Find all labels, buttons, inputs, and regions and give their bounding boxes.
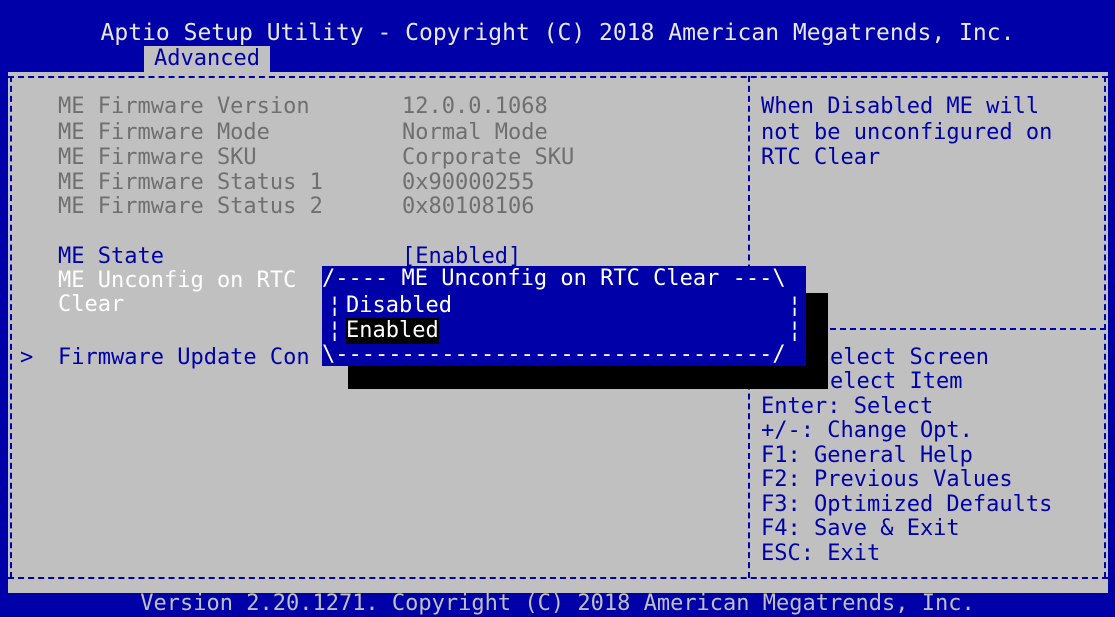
popup-option-enabled[interactable]: Enabled: [346, 318, 439, 344]
header-bar: Aptio Setup Utility - Copyright (C) 2018…: [0, 0, 1115, 72]
setting-me-unconfig-label-cont[interactable]: Clear: [58, 292, 124, 318]
setting-me-state-label[interactable]: ME State: [58, 244, 164, 270]
key-help-item: +/-: Change Opt.: [761, 418, 973, 443]
panel-bottom-border: [8, 577, 1108, 579]
key-help-item: elect Screen: [830, 345, 989, 370]
popup-bottom-border: \---------------------------------/: [322, 342, 786, 367]
help-text: not be unconfigured on: [761, 120, 1053, 145]
info-value: 0x90000255: [402, 170, 535, 195]
popup-border-right: ¦: [788, 318, 802, 343]
key-help-item: F2: Previous Values: [761, 467, 1013, 492]
key-help-item: elect Item: [830, 369, 963, 394]
info-label: ME Firmware Version: [58, 94, 310, 119]
submenu-arrow-icon: >: [20, 345, 34, 370]
popup-dialog: /---- ME Unconfig on RTC Clear ---\ ¦ Di…: [322, 266, 806, 367]
popup-border-left: ¦: [328, 293, 342, 318]
panel-left-border: [10, 76, 12, 578]
app-title: Aptio Setup Utility - Copyright (C) 2018…: [100, 20, 1015, 46]
info-label: ME Firmware Status 1: [58, 170, 323, 195]
key-help-item: F4: Save & Exit: [761, 516, 960, 541]
info-label: ME Firmware Status 2: [58, 194, 323, 219]
key-help-item: F1: General Help: [761, 443, 973, 468]
panel-top-border: [8, 76, 1108, 78]
popup-border-right: ¦: [788, 293, 802, 318]
panel-right-border: [1104, 76, 1106, 578]
submenu-firmware-update[interactable]: Firmware Update Con: [58, 345, 310, 371]
info-value: Normal Mode: [402, 120, 548, 145]
footer-text: Version 2.20.1271. Copyright (C) 2018 Am…: [140, 591, 975, 616]
info-label: ME Firmware SKU: [58, 145, 257, 170]
info-value: 12.0.0.1068: [402, 94, 548, 119]
info-label: ME Firmware Mode: [58, 120, 270, 145]
footer-bar: Version 2.20.1271. Copyright (C) 2018 Am…: [0, 591, 1115, 617]
key-help-item: Enter: Select: [761, 394, 934, 419]
popup-option-disabled[interactable]: Disabled: [346, 293, 452, 319]
help-text: RTC Clear: [761, 145, 881, 170]
info-value: 0x80108106: [402, 194, 535, 219]
tab-advanced[interactable]: Advanced: [144, 46, 270, 72]
help-text: When Disabled ME will: [761, 94, 1040, 119]
setting-me-unconfig-label[interactable]: ME Unconfig on RTC: [58, 268, 296, 294]
popup-border-left: ¦: [328, 318, 342, 343]
key-help-item: F3: Optimized Defaults: [761, 492, 1053, 517]
key-help-item: ESC: Exit: [761, 541, 881, 566]
info-value: Corporate SKU: [402, 145, 575, 170]
popup-title: /---- ME Unconfig on RTC Clear ---\: [322, 266, 786, 291]
